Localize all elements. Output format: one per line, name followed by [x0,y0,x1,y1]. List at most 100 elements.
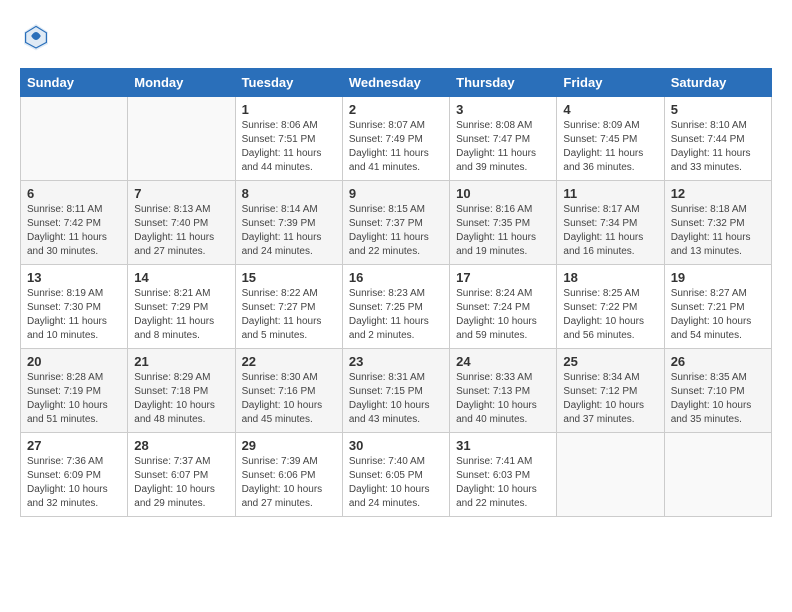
day-detail: Sunrise: 8:13 AM Sunset: 7:40 PM Dayligh… [134,203,228,259]
calendar-cell [557,433,664,517]
day-number: 8 [242,186,336,201]
day-detail: Sunrise: 8:22 AM Sunset: 7:27 PM Dayligh… [242,287,336,343]
day-number: 11 [563,186,657,201]
header-wednesday: Wednesday [342,69,449,97]
calendar-cell: 28 Sunrise: 7:37 AM Sunset: 6:07 PM Dayli… [128,433,235,517]
calendar-cell: 8 Sunrise: 8:14 AM Sunset: 7:39 PM Daylig… [235,181,342,265]
day-detail: Sunrise: 8:08 AM Sunset: 7:47 PM Dayligh… [456,119,550,175]
calendar-cell: 27 Sunrise: 7:36 AM Sunset: 6:09 PM Dayli… [21,433,128,517]
day-number: 14 [134,270,228,285]
day-number: 17 [456,270,550,285]
day-number: 3 [456,102,550,117]
logo [20,20,58,52]
header-thursday: Thursday [450,69,557,97]
calendar-week-row: 27 Sunrise: 7:36 AM Sunset: 6:09 PM Dayli… [21,433,772,517]
calendar-cell: 4 Sunrise: 8:09 AM Sunset: 7:45 PM Daylig… [557,97,664,181]
day-detail: Sunrise: 8:28 AM Sunset: 7:19 PM Dayligh… [27,371,121,427]
calendar-cell: 5 Sunrise: 8:10 AM Sunset: 7:44 PM Daylig… [664,97,771,181]
calendar-cell: 17 Sunrise: 8:24 AM Sunset: 7:24 PM Dayli… [450,265,557,349]
header-sunday: Sunday [21,69,128,97]
day-number: 6 [27,186,121,201]
day-detail: Sunrise: 8:15 AM Sunset: 7:37 PM Dayligh… [349,203,443,259]
day-number: 18 [563,270,657,285]
calendar-cell: 14Sunrise: 8:21 AM Sunset: 7:29 PM Dayli… [128,265,235,349]
day-number: 20 [27,354,121,369]
day-number: 4 [563,102,657,117]
header-saturday: Saturday [664,69,771,97]
calendar-cell: 18 Sunrise: 8:25 AM Sunset: 7:22 PM Dayli… [557,265,664,349]
calendar-cell: 22Sunrise: 8:30 AM Sunset: 7:16 PM Dayli… [235,349,342,433]
day-detail: Sunrise: 8:33 AM Sunset: 7:13 PM Dayligh… [456,371,550,427]
day-detail: Sunrise: 8:10 AM Sunset: 7:44 PM Dayligh… [671,119,765,175]
calendar-cell: 23 Sunrise: 8:31 AM Sunset: 7:15 PM Dayli… [342,349,449,433]
day-number: 30 [349,438,443,453]
calendar-cell: 9 Sunrise: 8:15 AM Sunset: 7:37 PM Daylig… [342,181,449,265]
calendar-cell: 7 Sunrise: 8:13 AM Sunset: 7:40 PM Daylig… [128,181,235,265]
calendar-cell: 3 Sunrise: 8:08 AM Sunset: 7:47 PM Daylig… [450,97,557,181]
day-detail: Sunrise: 8:24 AM Sunset: 7:24 PM Dayligh… [456,287,550,343]
day-detail: Sunrise: 8:14 AM Sunset: 7:39 PM Dayligh… [242,203,336,259]
calendar-cell: 26Sunrise: 8:35 AM Sunset: 7:10 PM Dayli… [664,349,771,433]
day-detail: Sunrise: 8:06 AM Sunset: 7:51 PM Dayligh… [242,119,336,175]
calendar-week-row: 20 Sunrise: 8:28 AM Sunset: 7:19 PM Dayli… [21,349,772,433]
calendar-cell: 31 Sunrise: 7:41 AM Sunset: 6:03 PM Dayli… [450,433,557,517]
day-number: 23 [349,354,443,369]
header-friday: Friday [557,69,664,97]
day-number: 5 [671,102,765,117]
day-detail: Sunrise: 8:31 AM Sunset: 7:15 PM Dayligh… [349,371,443,427]
calendar-cell: 21 Sunrise: 8:29 AM Sunset: 7:18 PM Dayli… [128,349,235,433]
calendar-cell: 6 Sunrise: 8:11 AM Sunset: 7:42 PM Daylig… [21,181,128,265]
calendar-cell: 11 Sunrise: 8:17 AM Sunset: 7:34 PM Dayli… [557,181,664,265]
day-detail: Sunrise: 8:18 AM Sunset: 7:32 PM Dayligh… [671,203,765,259]
calendar-cell: 1 Sunrise: 8:06 AM Sunset: 7:51 PM Daylig… [235,97,342,181]
day-number: 21 [134,354,228,369]
day-number: 1 [242,102,336,117]
day-number: 25 [563,354,657,369]
calendar-cell: 24 Sunrise: 8:33 AM Sunset: 7:13 PM Dayli… [450,349,557,433]
calendar-table: SundayMondayTuesdayWednesdayThursdayFrid… [20,68,772,517]
calendar-week-row: 6 Sunrise: 8:11 AM Sunset: 7:42 PM Daylig… [21,181,772,265]
day-detail: Sunrise: 8:29 AM Sunset: 7:18 PM Dayligh… [134,371,228,427]
calendar-week-row: 13Sunrise: 8:19 AM Sunset: 7:30 PM Dayli… [21,265,772,349]
header-monday: Monday [128,69,235,97]
day-number: 29 [242,438,336,453]
day-number: 19 [671,270,765,285]
calendar-week-row: 1 Sunrise: 8:06 AM Sunset: 7:51 PM Daylig… [21,97,772,181]
day-number: 13 [27,270,121,285]
day-number: 12 [671,186,765,201]
day-number: 24 [456,354,550,369]
calendar-cell [664,433,771,517]
day-detail: Sunrise: 8:07 AM Sunset: 7:49 PM Dayligh… [349,119,443,175]
calendar-cell: 30Sunrise: 7:40 AM Sunset: 6:05 PM Dayli… [342,433,449,517]
day-number: 27 [27,438,121,453]
day-number: 31 [456,438,550,453]
calendar-cell: 13Sunrise: 8:19 AM Sunset: 7:30 PM Dayli… [21,265,128,349]
page-header [20,20,772,52]
day-detail: Sunrise: 8:11 AM Sunset: 7:42 PM Dayligh… [27,203,121,259]
day-number: 7 [134,186,228,201]
day-number: 28 [134,438,228,453]
day-detail: Sunrise: 7:41 AM Sunset: 6:03 PM Dayligh… [456,455,550,511]
logo-icon [20,20,52,52]
day-detail: Sunrise: 7:37 AM Sunset: 6:07 PM Dayligh… [134,455,228,511]
day-detail: Sunrise: 8:34 AM Sunset: 7:12 PM Dayligh… [563,371,657,427]
day-number: 10 [456,186,550,201]
day-detail: Sunrise: 8:09 AM Sunset: 7:45 PM Dayligh… [563,119,657,175]
day-detail: Sunrise: 7:36 AM Sunset: 6:09 PM Dayligh… [27,455,121,511]
day-detail: Sunrise: 8:23 AM Sunset: 7:25 PM Dayligh… [349,287,443,343]
day-detail: Sunrise: 8:16 AM Sunset: 7:35 PM Dayligh… [456,203,550,259]
calendar-cell: 29 Sunrise: 7:39 AM Sunset: 6:06 PM Dayli… [235,433,342,517]
calendar-cell: 15 Sunrise: 8:22 AM Sunset: 7:27 PM Dayli… [235,265,342,349]
calendar-cell: 10 Sunrise: 8:16 AM Sunset: 7:35 PM Dayli… [450,181,557,265]
calendar-cell [21,97,128,181]
header-tuesday: Tuesday [235,69,342,97]
day-detail: Sunrise: 7:39 AM Sunset: 6:06 PM Dayligh… [242,455,336,511]
day-detail: Sunrise: 8:25 AM Sunset: 7:22 PM Dayligh… [563,287,657,343]
day-detail: Sunrise: 8:17 AM Sunset: 7:34 PM Dayligh… [563,203,657,259]
calendar-cell: 25 Sunrise: 8:34 AM Sunset: 7:12 PM Dayli… [557,349,664,433]
day-number: 2 [349,102,443,117]
day-detail: Sunrise: 8:35 AM Sunset: 7:10 PM Dayligh… [671,371,765,427]
day-number: 9 [349,186,443,201]
day-number: 15 [242,270,336,285]
day-detail: Sunrise: 8:27 AM Sunset: 7:21 PM Dayligh… [671,287,765,343]
